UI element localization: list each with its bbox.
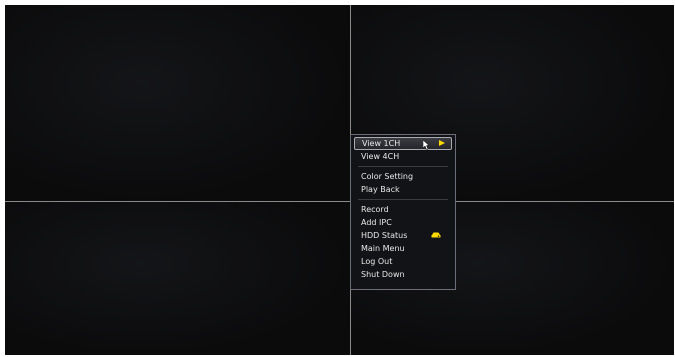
menu-item-label: View 4CH [361,152,400,161]
menu-item-play-back[interactable]: Play Back [354,183,452,196]
menu-item-label: HDD Status [361,231,408,240]
menu-item-color-setting[interactable]: Color Setting [354,170,452,183]
menu-item-label: Color Setting [361,172,414,181]
hdd-warning-icon [431,232,441,238]
menu-item-view-4ch[interactable]: View 4CH [354,150,452,163]
triangle-right-icon [439,140,445,146]
menu-item-label: Shut Down [361,270,405,279]
channel-view-1[interactable] [5,5,350,201]
menu-item-view-1ch[interactable]: View 1CH [354,137,452,150]
menu-item-log-out[interactable]: Log Out [354,255,452,268]
menu-item-add-ipc[interactable]: Add IPC [354,216,452,229]
dvr-live-view-screen: View 1CH View 4CH Color Setting Play Bac… [5,5,674,355]
channel-view-3[interactable] [5,202,350,355]
menu-item-label: Add IPC [361,218,392,227]
menu-item-label: View 1CH [362,139,401,148]
grid-divider-horizontal [5,201,674,202]
menu-item-label: Main Menu [361,244,405,253]
menu-item-record[interactable]: Record [354,203,452,216]
menu-separator [354,196,452,203]
menu-item-label: Log Out [361,257,393,266]
menu-item-label: Record [361,205,389,214]
menu-item-label: Play Back [361,185,400,194]
context-menu: View 1CH View 4CH Color Setting Play Bac… [350,134,456,290]
menu-item-hdd-status[interactable]: HDD Status [354,229,452,242]
mouse-cursor-icon [423,140,430,150]
menu-separator [354,163,452,170]
menu-item-main-menu[interactable]: Main Menu [354,242,452,255]
menu-item-shut-down[interactable]: Shut Down [354,268,452,281]
